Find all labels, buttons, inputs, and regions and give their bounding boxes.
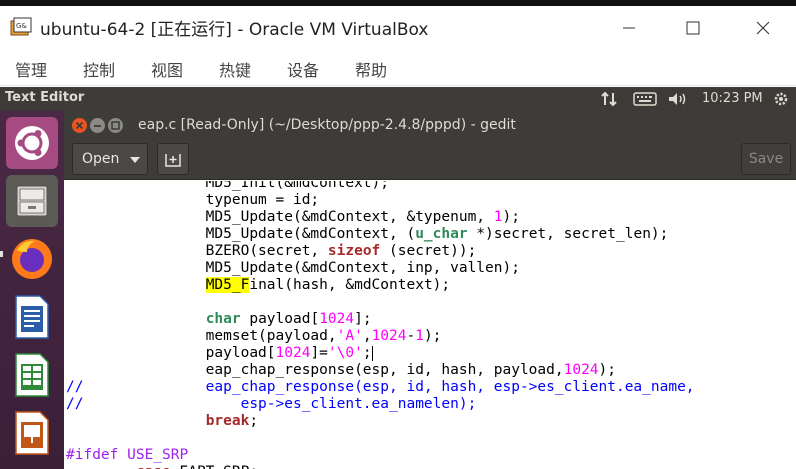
- close-icon: [75, 121, 84, 130]
- writer-document-icon: [15, 295, 49, 339]
- launcher-files[interactable]: [6, 175, 58, 227]
- minimize-icon: [94, 125, 101, 127]
- launcher-ubuntu-dash[interactable]: [6, 117, 58, 169]
- screen-top-edge: [0, 0, 796, 6]
- menu-control[interactable]: 控制: [83, 57, 115, 81]
- virtualbox-app-icon: G&: [10, 17, 32, 36]
- code-line: eap_chap_response(esp, id, hash, payload…: [66, 362, 616, 378]
- code-line: // esp->es_client.ea_namelen);: [66, 396, 477, 412]
- code-line: case EAPT_SRP:: [66, 464, 695, 469]
- host-title-bar: G& ubuntu-64-2 [正在运行] - Oracle VM Virtua…: [0, 0, 796, 50]
- code-line: char payload[1024];: [205, 311, 372, 327]
- open-button-label: Open: [82, 151, 120, 167]
- launcher-libreoffice-impress[interactable]: [6, 407, 58, 459]
- firefox-running-pip: [0, 251, 3, 257]
- code-line: payload[1024]='\0';: [66, 345, 373, 361]
- maximize-icon: [111, 121, 120, 130]
- host-menu-bar: 管理 控制 视图 热键 设备 帮助: [0, 50, 796, 86]
- new-tab-button[interactable]: [157, 143, 189, 175]
- active-app-name[interactable]: Text Editor: [5, 90, 84, 105]
- firefox-icon: [12, 239, 52, 279]
- launcher-libreoffice-writer[interactable]: [6, 291, 58, 343]
- keyboard-indicator[interactable]: [633, 90, 657, 108]
- gedit-window-title: eap.c [Read-Only] (~/Desktop/ppp-2.4.8/p…: [138, 117, 516, 133]
- network-updown-icon: [601, 91, 617, 107]
- impress-presentation-icon: [15, 411, 49, 455]
- gedit-close-button[interactable]: [72, 118, 87, 133]
- close-icon: [756, 21, 770, 35]
- save-button[interactable]: Save: [741, 143, 791, 175]
- close-button[interactable]: [740, 12, 786, 44]
- keyboard-icon: [633, 92, 657, 106]
- gedit-minimize-button[interactable]: [90, 118, 105, 133]
- code-view: MD5_Init(&mdContext); typenum = id; MD5_…: [66, 181, 695, 469]
- gear-icon: [774, 92, 788, 106]
- code-line: memset(payload,'A',1024-1);: [66, 328, 442, 344]
- text-cursor: [371, 345, 373, 361]
- maximize-button[interactable]: [670, 12, 716, 44]
- speaker-icon: [669, 93, 686, 105]
- code-line: MD5_Init(&mdContext);: [66, 181, 390, 191]
- maximize-icon: [686, 21, 700, 35]
- menu-help[interactable]: 帮助: [355, 57, 387, 81]
- code-line: MD5_Final(hash, &mdContext);: [205, 277, 451, 293]
- system-menu-indicator[interactable]: [773, 90, 789, 108]
- open-button[interactable]: Open: [72, 143, 148, 175]
- code-line: MD5_Update(&mdContext, inp, vallen);: [66, 260, 520, 276]
- code-line: MD5_Update(&mdContext, &typenum, 1);: [66, 209, 520, 225]
- code-line: BZERO(secret, sizeof (secret));: [66, 243, 477, 259]
- ubuntu-logo-icon: [15, 126, 49, 160]
- file-cabinet-icon: [16, 185, 48, 217]
- menu-devices[interactable]: 设备: [287, 57, 319, 81]
- gedit-maximize-button[interactable]: [108, 118, 123, 133]
- code-line: break;: [205, 413, 259, 429]
- minimize-icon: [623, 27, 635, 29]
- chevron-down-icon: [130, 157, 140, 163]
- launcher-firefox[interactable]: [6, 233, 58, 285]
- menu-hotkeys[interactable]: 热键: [219, 57, 251, 81]
- window-title: ubuntu-64-2 [正在运行] - Oracle VM VirtualBo…: [40, 20, 429, 40]
- network-indicator[interactable]: [600, 90, 620, 108]
- menu-manage[interactable]: 管理: [15, 57, 47, 81]
- code-line: #ifdef USE_SRP: [66, 447, 189, 463]
- svg-text:G&: G&: [16, 22, 27, 30]
- minimize-button[interactable]: [606, 12, 652, 44]
- sound-indicator[interactable]: [667, 90, 689, 108]
- clock[interactable]: 10:23 PM: [702, 91, 763, 106]
- code-line: MD5_Update(&mdContext, (u_char *)secret,…: [66, 226, 669, 242]
- menu-view[interactable]: 视图: [151, 57, 183, 81]
- gedit-header-bar: Open Save: [64, 140, 796, 180]
- ubuntu-launcher: [0, 111, 64, 469]
- code-line: typenum = id;: [66, 192, 320, 208]
- launcher-libreoffice-calc[interactable]: [6, 349, 58, 401]
- new-tab-icon: [165, 154, 181, 167]
- code-editor[interactable]: MD5_Init(&mdContext); typenum = id; MD5_…: [64, 181, 796, 469]
- code-line: // eap_chap_response(esp, id, hash, esp-…: [66, 379, 695, 395]
- ubuntu-top-panel: Text Editor 10:23 PM: [0, 87, 796, 111]
- calc-spreadsheet-icon: [15, 353, 49, 397]
